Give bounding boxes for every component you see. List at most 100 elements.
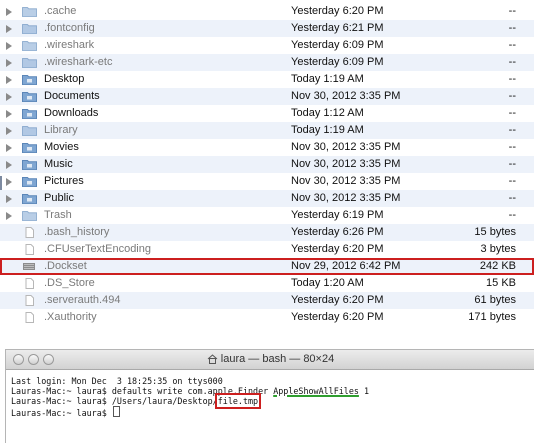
finder-file-list: .cache Yesterday 6:20 PM -- .fontconfig Yest… (0, 0, 534, 340)
file-row[interactable]: .Xauthority Yesterday 6:20 PM 171 bytes (0, 309, 534, 326)
disclosure-triangle-icon[interactable] (6, 127, 12, 135)
date-modified: Yesterday 6:20 PM (291, 294, 384, 306)
date-modified: Yesterday 6:09 PM (291, 56, 384, 68)
folder-icon (22, 159, 37, 170)
file-name: Movies (44, 141, 79, 153)
file-row[interactable]: .wireshark Yesterday 6:09 PM -- (0, 37, 534, 54)
document-icon (22, 244, 37, 255)
folder-icon (22, 142, 37, 153)
date-modified: Nov 30, 2012 3:35 PM (291, 175, 401, 187)
disclosure-triangle-icon[interactable] (6, 144, 12, 152)
file-name: .cache (44, 5, 77, 17)
file-name: Pictures (44, 175, 84, 187)
text-cursor (112, 406, 120, 417)
disclosure-triangle-icon[interactable] (6, 110, 12, 118)
folder-icon (22, 40, 37, 51)
terminal-title-text: laura — bash — 80×24 (220, 353, 335, 365)
file-row[interactable]: Music Nov 30, 2012 3:35 PM -- (0, 156, 534, 173)
folder-icon (22, 210, 37, 221)
file-row[interactable]: .CFUserTextEncoding Yesterday 6:20 PM 3 by… (0, 241, 534, 258)
document-icon (22, 227, 37, 238)
file-row[interactable]: .bash_history Yesterday 6:26 PM 15 bytes (0, 224, 534, 241)
terminal-window: laura — bash — 80×24 Last login: Mon Dec… (5, 349, 534, 443)
date-modified: Yesterday 6:26 PM (291, 226, 384, 238)
date-modified: Yesterday 6:19 PM (291, 209, 384, 221)
date-modified: Today 1:12 AM (291, 107, 364, 119)
file-size: -- (508, 209, 516, 221)
date-modified: Nov 30, 2012 3:35 PM (291, 158, 401, 170)
file-size: -- (508, 141, 516, 153)
file-size: 61 bytes (474, 294, 516, 306)
file-name: .bash_history (44, 226, 110, 238)
disclosure-triangle-icon[interactable] (6, 59, 12, 67)
file-row[interactable]: Pictures Nov 30, 2012 3:35 PM -- (0, 173, 534, 190)
file-name: .Dockset (44, 260, 87, 272)
disclosure-triangle-icon[interactable] (6, 178, 12, 186)
disclosure-triangle-icon[interactable] (6, 212, 12, 220)
file-name: Downloads (44, 107, 99, 119)
file-row[interactable]: .fontconfig Yesterday 6:21 PM -- (0, 20, 534, 37)
terminal-titlebar[interactable]: laura — bash — 80×24 (6, 350, 534, 370)
disclosure-triangle-icon[interactable] (6, 195, 12, 203)
date-modified: Yesterday 6:21 PM (291, 22, 384, 34)
file-size: -- (508, 124, 516, 136)
file-size: 3 bytes (480, 243, 516, 255)
date-modified: Today 1:20 AM (291, 277, 364, 289)
file-row[interactable]: Downloads Today 1:12 AM -- (0, 105, 534, 122)
disclosure-triangle-icon[interactable] (6, 93, 12, 101)
file-name: Trash (44, 209, 72, 221)
document-icon (22, 295, 37, 306)
file-row[interactable]: .cache Yesterday 6:20 PM -- (0, 3, 534, 20)
folder-icon (22, 108, 37, 119)
file-name: .CFUserTextEncoding (44, 243, 151, 255)
file-size: 15 bytes (474, 226, 516, 238)
file-row[interactable]: Trash Yesterday 6:19 PM -- (0, 207, 534, 224)
file-row[interactable]: .wireshark-etc Yesterday 6:09 PM -- (0, 54, 534, 71)
file-row[interactable]: Public Nov 30, 2012 3:35 PM -- (0, 190, 534, 207)
file-row[interactable]: .DS_Store Today 1:20 AM 15 KB (0, 275, 534, 292)
file-name: Music (44, 158, 73, 170)
terminal-line-prompt: Lauras-Mac:~ laura$ (11, 406, 531, 418)
command-suffix: 1 (358, 386, 370, 396)
file-name: Desktop (44, 73, 85, 85)
command-path: Lauras-Mac:~ laura$ /Users/laura/Desktop… (11, 396, 218, 406)
disclosure-triangle-icon[interactable] (6, 42, 12, 50)
folder-icon (22, 91, 37, 102)
date-modified: Yesterday 6:20 PM (291, 311, 384, 323)
file-size: -- (508, 158, 516, 170)
disclosure-triangle-icon[interactable] (6, 76, 12, 84)
file-row[interactable]: Movies Nov 30, 2012 3:35 PM -- (0, 139, 534, 156)
file-row[interactable]: .Dockset Nov 29, 2012 6:42 PM 242 KB (0, 258, 534, 275)
date-modified: Nov 29, 2012 6:42 PM (291, 260, 401, 272)
terminal-line-login: Last login: Mon Dec 3 18:25:35 on ttys00… (11, 376, 223, 386)
file-size: 242 KB (479, 260, 516, 272)
disclosure-triangle-icon[interactable] (6, 8, 12, 16)
command-prefix: Lauras-Mac:~ laura$ defaults write com.a… (11, 386, 274, 396)
disclosure-triangle-icon[interactable] (6, 25, 12, 33)
file-size: -- (508, 90, 516, 102)
file-name: Documents (44, 90, 100, 102)
shell-prompt: Lauras-Mac:~ laura$ (11, 408, 112, 418)
folder-icon (22, 125, 37, 136)
file-row[interactable]: Documents Nov 30, 2012 3:35 PM -- (0, 88, 534, 105)
date-modified: Nov 30, 2012 3:35 PM (291, 192, 401, 204)
terminal-content[interactable]: Last login: Mon Dec 3 18:25:35 on ttys00… (6, 370, 534, 418)
file-name: Library (44, 124, 78, 136)
document-icon (22, 312, 37, 323)
file-row[interactable]: Library Today 1:19 AM -- (0, 122, 534, 139)
date-modified: Today 1:19 AM (291, 73, 364, 85)
file-name: .wireshark-etc (44, 56, 113, 68)
file-row[interactable]: .serverauth.494 Yesterday 6:20 PM 61 bytes (0, 292, 534, 309)
folder-icon (22, 57, 37, 68)
show-all-files-flag: AppleShowAllFiles (273, 386, 359, 396)
folder-icon (22, 176, 37, 187)
file-size: -- (508, 22, 516, 34)
home-icon (207, 352, 218, 371)
date-modified: Yesterday 6:20 PM (291, 243, 384, 255)
file-size: 171 bytes (468, 311, 516, 323)
date-modified: Nov 30, 2012 3:35 PM (291, 90, 401, 102)
file-row[interactable]: Desktop Today 1:19 AM -- (0, 71, 534, 88)
database-file-icon (22, 261, 37, 272)
disclosure-triangle-icon[interactable] (6, 161, 12, 169)
date-modified: Yesterday 6:20 PM (291, 5, 384, 17)
